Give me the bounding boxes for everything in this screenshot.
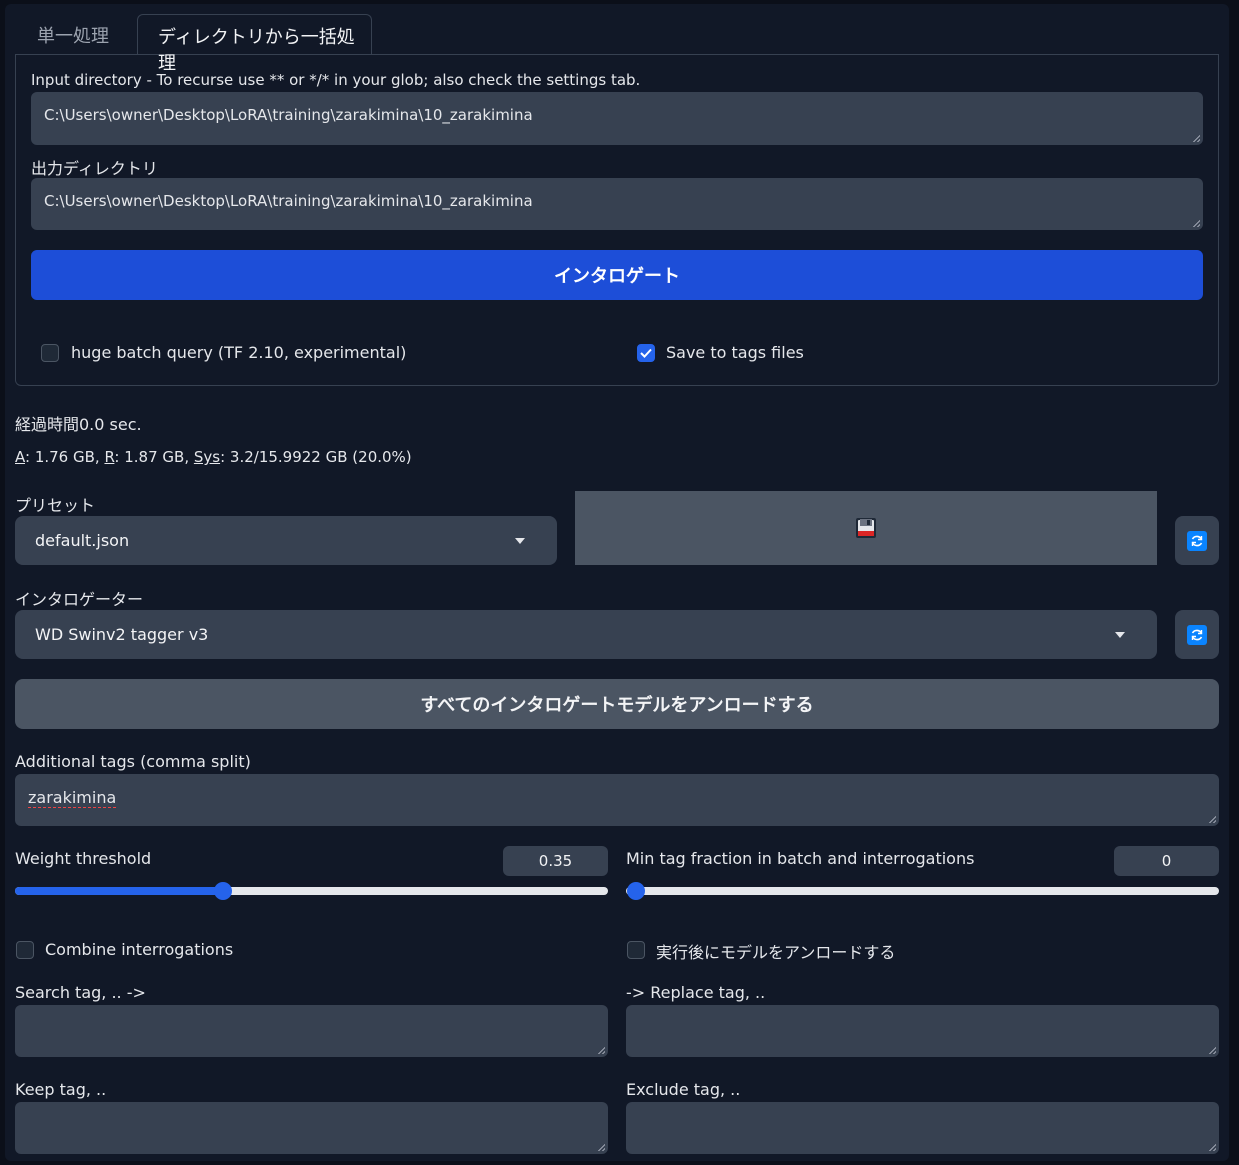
min-tag-fraction-label: Min tag fraction in batch and interrogat…: [626, 849, 975, 868]
huge-batch-label: huge batch query (TF 2.10, experimental): [71, 343, 407, 362]
combine-interrogations-checkbox[interactable]: [16, 941, 34, 959]
floppy-disk-icon: [856, 518, 876, 538]
save-preset-button[interactable]: [575, 491, 1157, 565]
mem-a-key: A: [15, 448, 25, 466]
min-tag-fraction-number[interactable]: 0: [1114, 846, 1219, 876]
checkmark-icon: [640, 348, 652, 358]
resize-handle-icon[interactable]: [1208, 815, 1216, 823]
elapsed-time: 経過時間0.0 sec.: [15, 415, 142, 434]
resize-handle-icon[interactable]: [597, 1143, 605, 1151]
interrogator-dropdown[interactable]: WD Swinv2 tagger v3: [15, 610, 1157, 659]
tab-batch-process[interactable]: ディレクトリから一括処理: [137, 14, 372, 74]
weight-threshold-fill: [15, 887, 223, 895]
weight-threshold-thumb[interactable]: [214, 882, 232, 900]
save-tags-checkbox[interactable]: [637, 344, 655, 362]
exclude-tag-field[interactable]: [626, 1102, 1219, 1154]
input-directory-field[interactable]: C:\Users\owner\Desktop\LoRA\training\zar…: [31, 92, 1203, 145]
preset-value: default.json: [35, 531, 130, 550]
additional-tags-value: zarakimina: [28, 788, 117, 808]
output-directory-label: 出力ディレクトリ: [31, 159, 158, 178]
search-tag-field[interactable]: [15, 1005, 608, 1057]
chevron-down-icon: [515, 538, 525, 544]
refresh-preset-button[interactable]: [1175, 516, 1219, 565]
replace-tag-field[interactable]: [626, 1005, 1219, 1057]
unload-after-run-checkbox[interactable]: [627, 941, 645, 959]
mem-r-key: R: [104, 448, 115, 466]
weight-threshold-slider[interactable]: [15, 887, 608, 895]
min-tag-fraction-thumb[interactable]: [627, 882, 645, 900]
refresh-icon: [1187, 624, 1207, 645]
preset-dropdown[interactable]: default.json: [15, 516, 557, 565]
interrogate-button[interactable]: インタロゲート: [31, 250, 1203, 300]
weight-threshold-label: Weight threshold: [15, 849, 152, 868]
search-tag-label: Search tag, .. ->: [15, 983, 146, 1002]
resize-handle-icon[interactable]: [1208, 1046, 1216, 1054]
tab-single-process[interactable]: 単一処理: [37, 22, 109, 48]
refresh-icon: [1187, 530, 1207, 551]
keep-tag-label: Keep tag, ..: [15, 1080, 107, 1099]
output-directory-field[interactable]: C:\Users\owner\Desktop\LoRA\training\zar…: [31, 178, 1203, 230]
interrogator-value: WD Swinv2 tagger v3: [35, 625, 209, 644]
input-directory-value: C:\Users\owner\Desktop\LoRA\training\zar…: [44, 106, 533, 124]
resize-handle-icon[interactable]: [1208, 1143, 1216, 1151]
replace-tag-label: -> Replace tag, ..: [626, 983, 766, 1002]
tab-batch-label: ディレクトリから一括処理: [158, 27, 355, 74]
additional-tags-field[interactable]: zarakimina: [15, 774, 1219, 826]
resize-handle-icon[interactable]: [1192, 219, 1200, 227]
keep-tag-field[interactable]: [15, 1102, 608, 1154]
chevron-down-icon: [1115, 632, 1125, 638]
output-directory-value: C:\Users\owner\Desktop\LoRA\training\zar…: [44, 192, 533, 210]
refresh-interrogator-button[interactable]: [1175, 610, 1219, 659]
additional-tags-label: Additional tags (comma split): [15, 752, 251, 771]
huge-batch-checkbox[interactable]: [41, 344, 59, 362]
min-tag-fraction-slider[interactable]: [626, 887, 1219, 895]
mem-sys-value: : 3.2/15.9922 GB (20.0%): [220, 448, 412, 466]
resize-handle-icon[interactable]: [597, 1046, 605, 1054]
mem-a-value: : 1.76 GB,: [25, 448, 105, 466]
memory-usage: A: 1.76 GB, R: 1.87 GB, Sys: 3.2/15.9922…: [15, 448, 412, 466]
unload-all-models-button[interactable]: すべてのインタロゲートモデルをアンロードする: [15, 679, 1219, 729]
combine-interrogations-label: Combine interrogations: [45, 940, 234, 959]
unload-after-run-label: 実行後にモデルをアンロードする: [656, 943, 896, 962]
resize-handle-icon[interactable]: [1192, 134, 1200, 142]
preset-label: プリセット: [15, 496, 96, 515]
weight-threshold-number[interactable]: 0.35: [503, 846, 608, 876]
mem-r-value: : 1.87 GB,: [114, 448, 194, 466]
mem-sys-key: Sys: [193, 448, 221, 466]
exclude-tag-label: Exclude tag, ..: [626, 1080, 741, 1099]
interrogator-label: インタロゲーター: [15, 590, 144, 609]
save-tags-label: Save to tags files: [666, 343, 804, 362]
